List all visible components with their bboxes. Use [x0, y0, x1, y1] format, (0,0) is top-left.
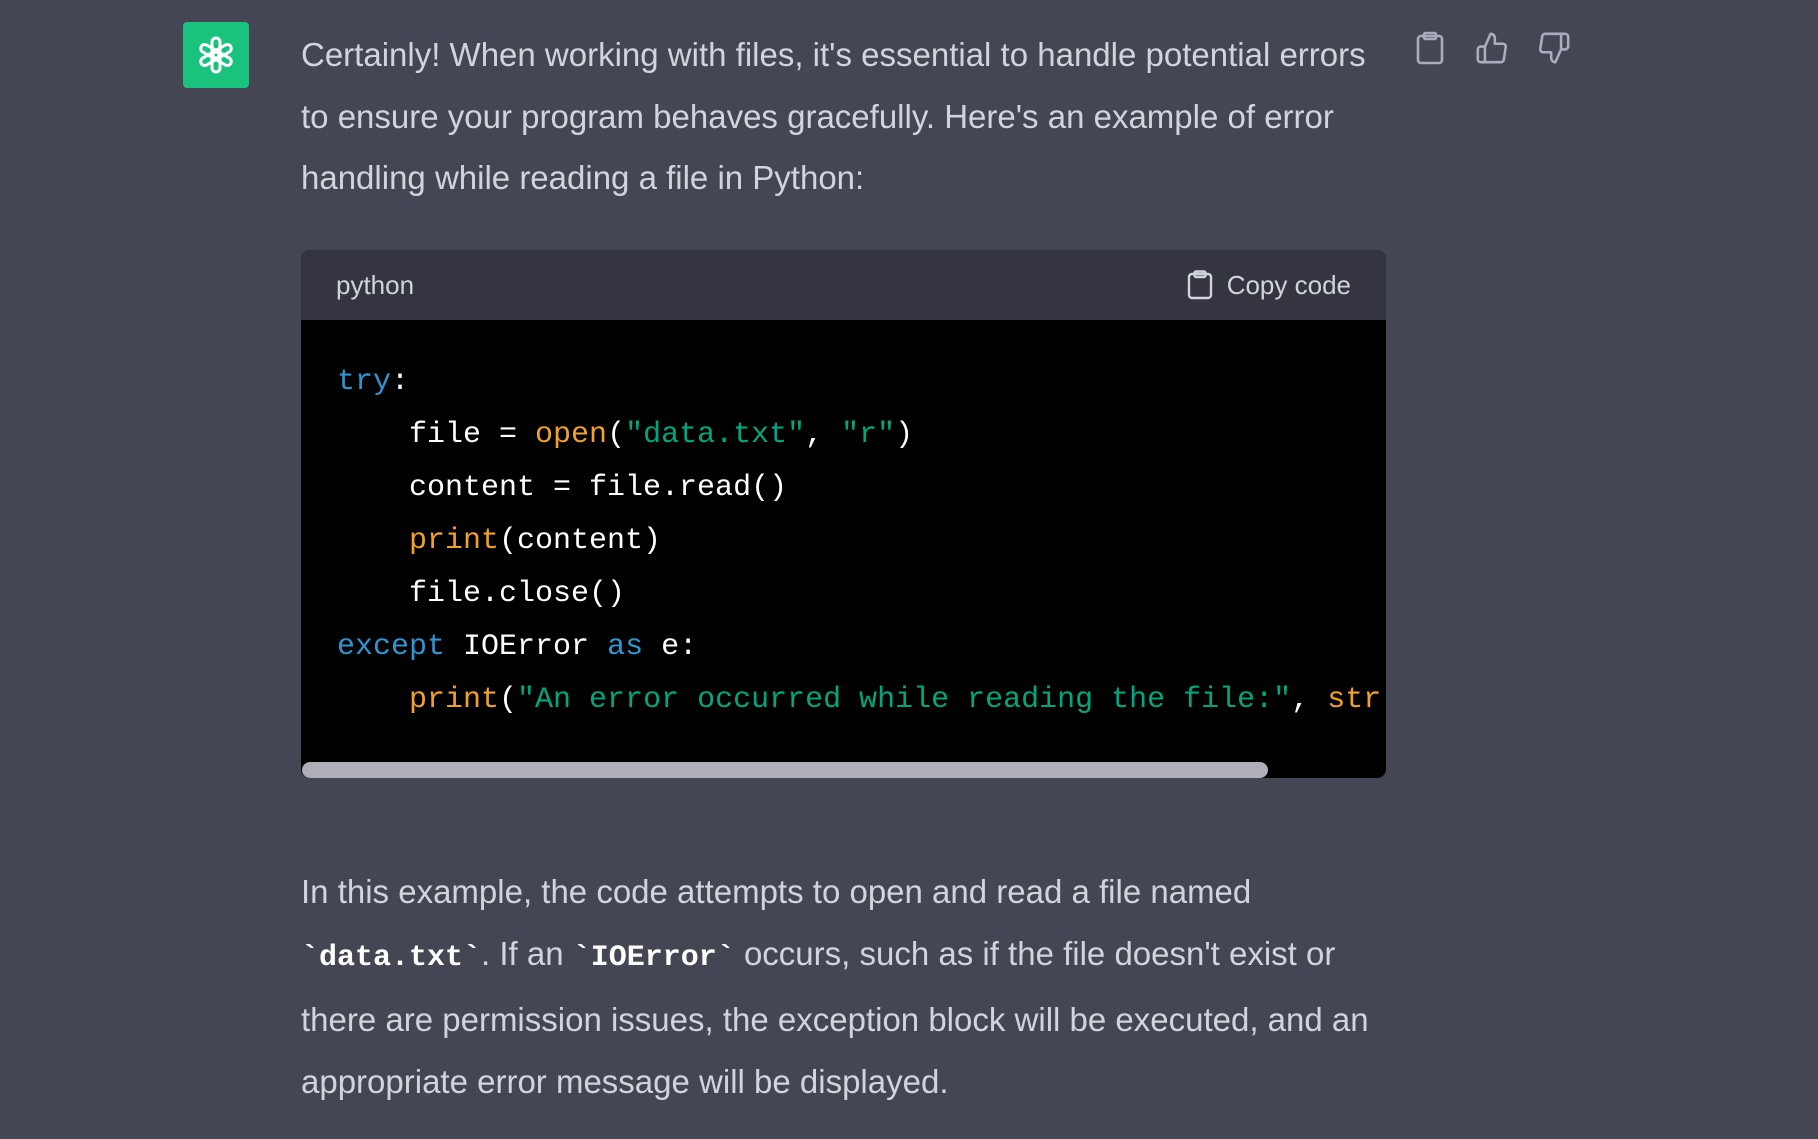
- code-line: content = file.read(): [337, 462, 1386, 515]
- outro-text-2: . If an: [481, 934, 573, 972]
- code-token: "r": [841, 418, 896, 452]
- scrollbar-thumb[interactable]: [302, 762, 1268, 778]
- code-token: except: [337, 630, 446, 664]
- code-token: e:: [643, 630, 698, 664]
- code-token: file =: [337, 418, 536, 452]
- code-token: ): [895, 418, 914, 452]
- message-actions: [1410, 28, 1574, 68]
- assistant-avatar: [183, 22, 249, 88]
- code-token: print: [409, 683, 500, 717]
- code-token: "data.txt": [625, 418, 806, 452]
- code-token: "An error occurred while reading the fil…: [517, 683, 1292, 717]
- code-token: print: [409, 524, 500, 558]
- code-body: try: file = open("data.txt", "r") conten…: [301, 320, 1386, 778]
- code-token: (e)): [1381, 683, 1386, 717]
- clipboard-icon: [1187, 270, 1212, 300]
- inline-code-filename: `data.txt`: [301, 940, 482, 975]
- code-token: ,: [805, 418, 842, 452]
- thumbs-up-button[interactable]: [1472, 28, 1512, 68]
- code-line: except IOError as e:: [337, 621, 1386, 674]
- code-token: try: [337, 365, 392, 399]
- inline-code-exception: `IOError`: [572, 940, 735, 975]
- thumbs-down-icon: [1538, 32, 1570, 64]
- code-token: open: [535, 418, 608, 452]
- copy-code-label: Copy code: [1226, 269, 1351, 300]
- code-token: file.close(): [337, 577, 626, 611]
- code-block-header: python Copy code: [301, 250, 1386, 320]
- outro-text-1: In this example, the code attempts to op…: [301, 873, 1252, 910]
- openai-logo-icon: [199, 36, 233, 74]
- code-content: try: file = open("data.txt", "r") conten…: [337, 356, 1386, 727]
- thumbs-up-icon: [1476, 32, 1508, 64]
- code-line: file = open("data.txt", "r"): [337, 409, 1386, 462]
- code-token: str: [1327, 683, 1382, 717]
- message-intro: Certainly! When working with files, it's…: [301, 36, 1366, 196]
- thumbs-down-button[interactable]: [1534, 28, 1574, 68]
- message-outro: In this example, the code attempts to op…: [301, 861, 1391, 1112]
- code-token: (: [499, 683, 518, 717]
- code-token: ,: [1291, 683, 1328, 717]
- code-token: :: [391, 365, 410, 399]
- code-token: (: [607, 418, 626, 452]
- clipboard-icon: [1416, 31, 1444, 65]
- code-line: try:: [337, 356, 1386, 409]
- code-language-label: python: [336, 269, 415, 300]
- code-token: content = file.read(): [337, 471, 788, 505]
- horizontal-scrollbar[interactable]: [301, 762, 1386, 778]
- copy-code-button[interactable]: Copy code: [1187, 270, 1351, 301]
- code-token: (content): [499, 524, 662, 558]
- code-token: IOError: [445, 630, 608, 664]
- code-line: print(content): [337, 515, 1386, 568]
- code-token: as: [607, 630, 644, 664]
- copy-message-button[interactable]: [1410, 28, 1450, 68]
- code-block: python Copy code try: file = open("data.…: [301, 250, 1386, 778]
- code-line: file.close(): [337, 568, 1386, 621]
- code-line: print("An error occurred while reading t…: [337, 674, 1386, 727]
